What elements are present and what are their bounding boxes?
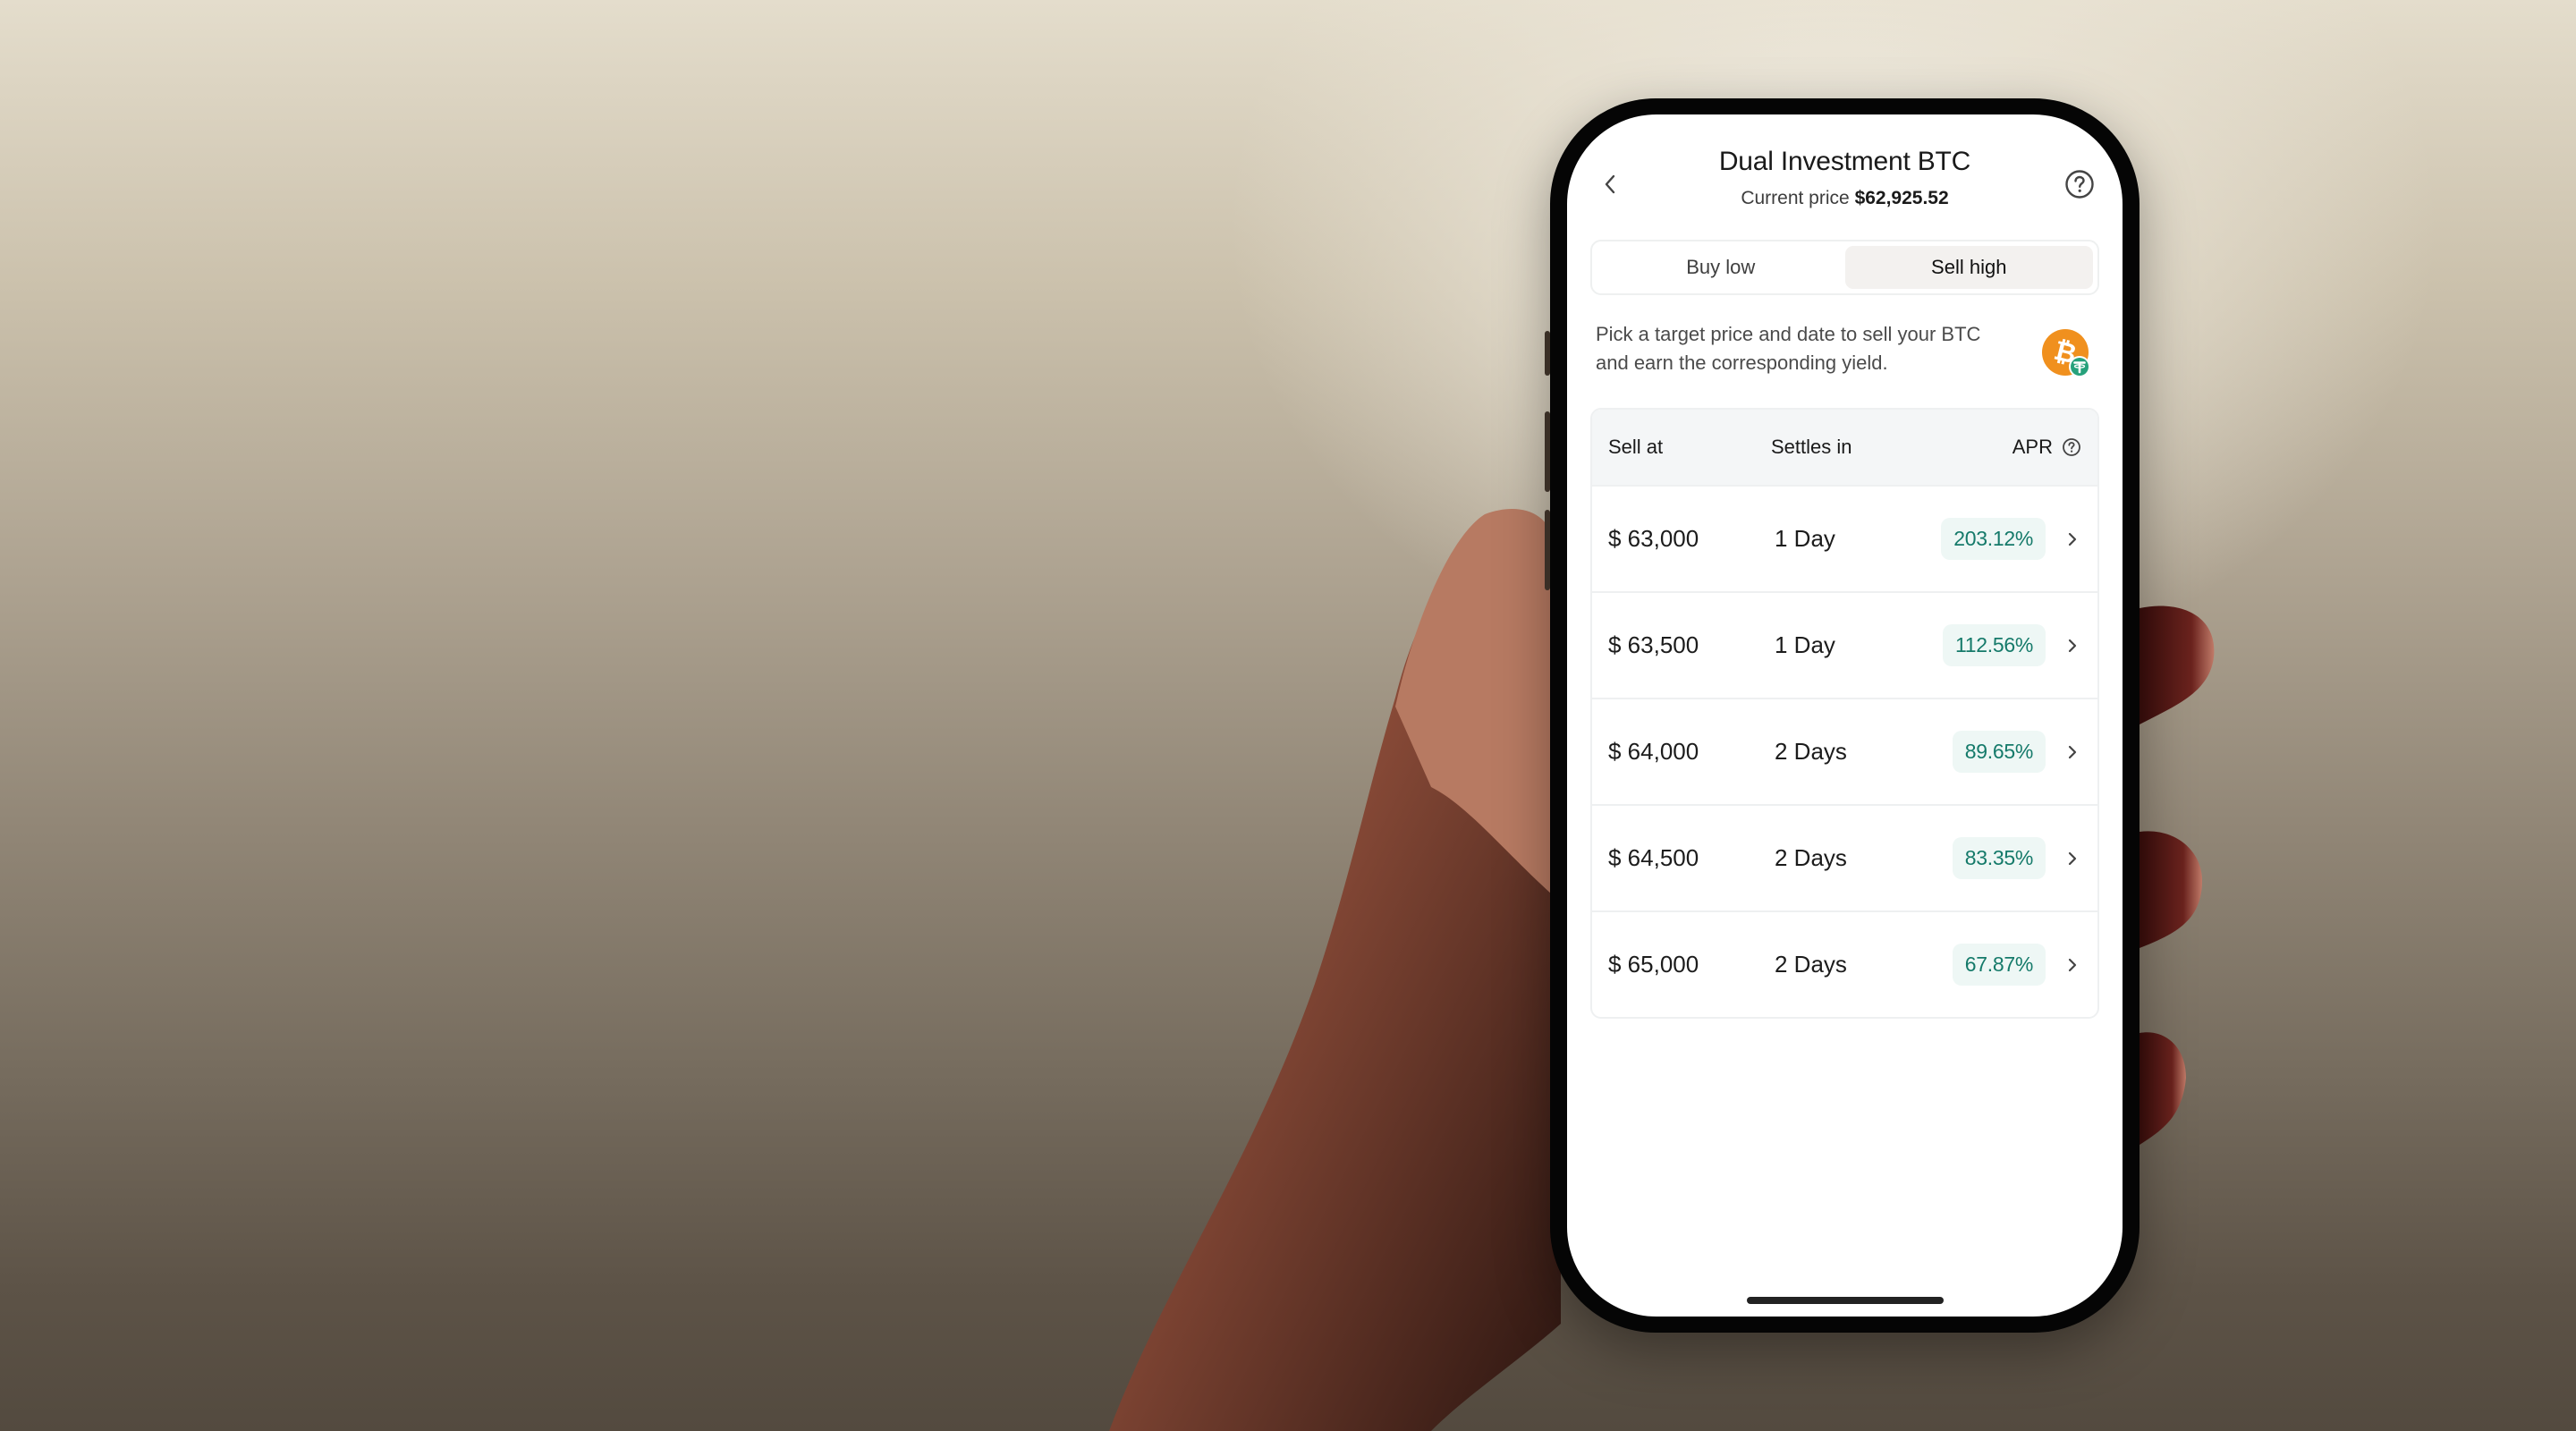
settles-in: 1 Day [1775,631,1835,658]
phone-side-button [1545,411,1550,492]
page-title: Dual Investment BTC [1718,147,1971,176]
sell-at-price: $ 65,000 [1608,951,1699,978]
apr-badge: 67.87% [1952,944,2046,986]
table-row[interactable]: $ 64,500 2 Days 83.35% [1592,804,2097,910]
question-circle-icon[interactable] [2062,437,2081,457]
chevron-right-icon [2068,851,2077,865]
apr-badge: 112.56% [1943,624,2046,666]
description-text: Pick a target price and date to sell you… [1596,323,1981,374]
apr-badge: 203.12% [1941,518,2046,560]
sell-at-price: $ 63,500 [1608,631,1699,658]
palm [1109,520,1561,1431]
chevron-right-icon [2068,958,2077,971]
finger-3 [2140,831,2202,948]
finger-1 [2140,605,2215,724]
header: Dual Investment BTC Current price $62,92… [1567,141,2123,222]
apr-label: APR [2012,436,2053,458]
current-price-label: Current price [1741,188,1850,208]
description-section: Pick a target price and date to sell you… [1596,320,2096,392]
current-price-value: $62,925.52 [1854,188,1949,208]
settles-in: 2 Days [1775,951,1847,978]
apr-badge: 83.35% [1952,837,2046,879]
finger-4 [2140,1032,2186,1145]
buy-sell-segmented-control: Buy low Sell high [1590,240,2099,295]
table-row[interactable]: $ 63,500 1 Day 112.56% [1592,591,2097,698]
column-header-apr: APR [2012,436,2081,459]
hand-photo [1109,509,2215,1431]
column-header-sell-at: Sell at [1608,436,1664,458]
question-circle-icon [2065,170,2094,199]
apr-badge: 89.65% [1952,731,2046,773]
table-row[interactable]: $ 64,000 2 Days 89.65% [1592,698,2097,804]
phone-side-button [1545,331,1550,376]
thumb [1395,509,1552,894]
table-row[interactable]: $ 65,000 2 Days 67.87% [1592,910,2097,1017]
sell-at-price: $ 64,500 [1608,844,1699,871]
btc-usdt-pair-icon: ₿ [2042,329,2090,377]
phone-side-button [1545,510,1550,590]
tab-buy-low[interactable]: Buy low [1597,246,1845,289]
settles-in: 1 Day [1775,525,1835,552]
phone-device: Dual Investment BTC Current price $62,92… [1545,98,2140,1333]
sell-at-price: $ 64,000 [1608,738,1699,765]
strike-table: Sell at Settles in APR $ 63,000 1 Day 20… [1590,408,2099,1019]
settles-in: 2 Days [1775,738,1847,765]
settles-in: 2 Days [1775,844,1847,871]
column-header-settles-in: Settles in [1771,436,1852,458]
app-screen: Dual Investment BTC Current price $62,92… [1567,114,2123,1317]
chevron-right-icon [2068,532,2077,546]
current-price: Current price $62,925.52 [1567,188,2123,209]
chevron-right-icon [2068,745,2077,758]
table-row[interactable]: $ 63,000 1 Day 203.12% [1592,485,2097,591]
table-header: Sell at Settles in APR [1592,410,2097,485]
home-indicator[interactable] [1746,1297,1944,1304]
chevron-right-icon [2068,639,2077,652]
tab-sell-high[interactable]: Sell high [1844,246,2093,289]
sell-at-price: $ 63,000 [1608,525,1699,552]
help-button[interactable] [2063,168,2096,200]
